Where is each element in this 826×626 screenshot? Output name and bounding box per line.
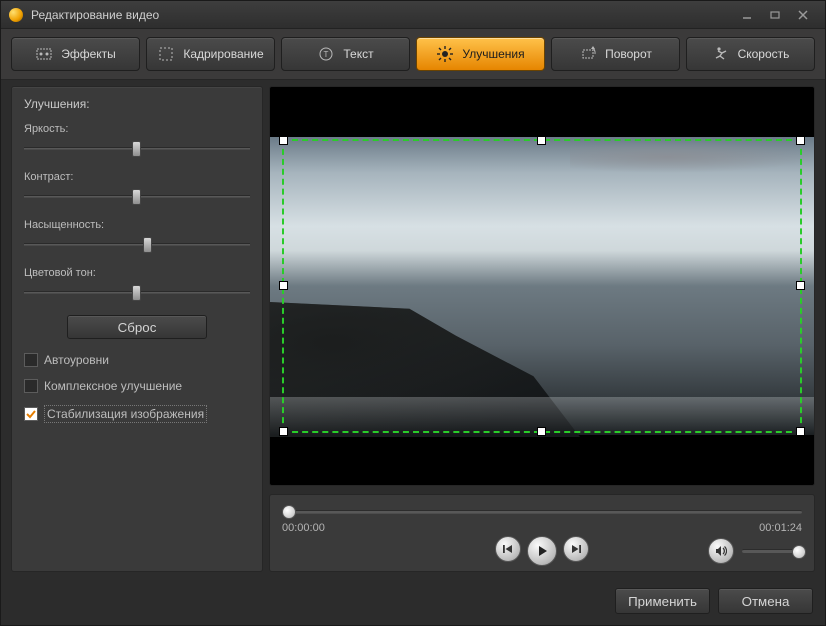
brightness-block: Яркость: bbox=[24, 123, 250, 157]
reset-button[interactable]: Сброс bbox=[67, 315, 207, 339]
tab-rotate[interactable]: Поворот bbox=[551, 37, 680, 71]
crop-handle-sw[interactable] bbox=[279, 427, 288, 436]
saturation-block: Насыщенность: bbox=[24, 219, 250, 253]
footer: Применить Отмена bbox=[1, 582, 825, 614]
crop-handle-nw[interactable] bbox=[279, 136, 288, 145]
crop-handle-n[interactable] bbox=[537, 136, 546, 145]
speed-icon bbox=[712, 45, 730, 63]
stabilize-checkbox[interactable] bbox=[24, 407, 38, 421]
complex-enhance-label: Комплексное улучшение bbox=[44, 379, 182, 393]
duration: 00:01:24 bbox=[759, 522, 802, 534]
contrast-label: Контраст: bbox=[24, 171, 250, 183]
hue-block: Цветовой тон: bbox=[24, 267, 250, 301]
enhance-panel: Улучшения: Яркость: Контраст: Насыщеннос… bbox=[11, 86, 263, 572]
stabilize-row[interactable]: Стабилизация изображения bbox=[24, 405, 250, 423]
next-button[interactable] bbox=[563, 536, 589, 562]
time-row: 00:00:00 00:01:24 bbox=[282, 522, 802, 534]
main-area: Улучшения: Яркость: Контраст: Насыщеннос… bbox=[1, 80, 825, 582]
maximize-button[interactable] bbox=[761, 5, 789, 25]
crop-handle-se[interactable] bbox=[796, 427, 805, 436]
brightness-slider[interactable] bbox=[24, 141, 250, 157]
seek-slider[interactable] bbox=[282, 505, 802, 516]
apply-button[interactable]: Применить bbox=[615, 588, 710, 614]
tab-bar: Эффекты Кадрирование T Текст Улучшения П… bbox=[1, 29, 825, 80]
complex-enhance-row[interactable]: Комплексное улучшение bbox=[24, 379, 250, 393]
tab-effects[interactable]: Эффекты bbox=[11, 37, 140, 71]
tab-crop[interactable]: Кадрирование bbox=[146, 37, 275, 71]
stabilize-label: Стабилизация изображения bbox=[44, 405, 207, 423]
volume-button[interactable] bbox=[708, 538, 734, 564]
tab-label: Текст bbox=[343, 47, 373, 61]
rotate-icon bbox=[579, 45, 597, 63]
window-title: Редактирование видео bbox=[31, 8, 733, 22]
crop-handle-w[interactable] bbox=[279, 281, 288, 290]
tab-label: Кадрирование bbox=[183, 47, 263, 61]
player-controls: 00:00:00 00:01:24 bbox=[269, 494, 815, 572]
saturation-slider[interactable] bbox=[24, 237, 250, 253]
auto-levels-label: Автоуровни bbox=[44, 353, 109, 367]
seek-thumb[interactable] bbox=[282, 505, 296, 519]
preview-area[interactable] bbox=[269, 86, 815, 486]
video-frame bbox=[570, 141, 814, 173]
volume-thumb[interactable] bbox=[792, 545, 806, 559]
prev-button[interactable] bbox=[495, 536, 521, 562]
tab-enhance[interactable]: Улучшения bbox=[416, 37, 545, 71]
effects-icon bbox=[35, 45, 53, 63]
current-time: 00:00:00 bbox=[282, 522, 325, 534]
app-logo-icon bbox=[9, 8, 23, 22]
contrast-slider[interactable] bbox=[24, 189, 250, 205]
minimize-button[interactable] bbox=[733, 5, 761, 25]
auto-levels-row[interactable]: Автоуровни bbox=[24, 353, 250, 367]
panel-title: Улучшения: bbox=[24, 97, 250, 111]
crop-icon bbox=[157, 45, 175, 63]
titlebar: Редактирование видео bbox=[1, 1, 825, 29]
tab-label: Улучшения bbox=[462, 47, 524, 61]
cancel-button[interactable]: Отмена bbox=[718, 588, 813, 614]
tab-text[interactable]: T Текст bbox=[281, 37, 410, 71]
svg-text:T: T bbox=[324, 50, 329, 59]
saturation-label: Насыщенность: bbox=[24, 219, 250, 231]
crop-handle-s[interactable] bbox=[537, 427, 546, 436]
hue-label: Цветовой тон: bbox=[24, 267, 250, 279]
enhance-icon bbox=[436, 45, 454, 63]
play-button[interactable] bbox=[527, 536, 557, 566]
crop-handle-e[interactable] bbox=[796, 281, 805, 290]
text-icon: T bbox=[317, 45, 335, 63]
tab-label: Поворот bbox=[605, 47, 652, 61]
contrast-block: Контраст: bbox=[24, 171, 250, 205]
close-button[interactable] bbox=[789, 5, 817, 25]
right-panel: 00:00:00 00:01:24 bbox=[269, 86, 815, 582]
tab-speed[interactable]: Скорость bbox=[686, 37, 815, 71]
brightness-label: Яркость: bbox=[24, 123, 250, 135]
volume-slider[interactable] bbox=[742, 549, 802, 553]
hue-slider[interactable] bbox=[24, 285, 250, 301]
crop-handle-ne[interactable] bbox=[796, 136, 805, 145]
complex-enhance-checkbox[interactable] bbox=[24, 379, 38, 393]
auto-levels-checkbox[interactable] bbox=[24, 353, 38, 367]
tab-label: Эффекты bbox=[61, 47, 116, 61]
tab-label: Скорость bbox=[738, 47, 790, 61]
